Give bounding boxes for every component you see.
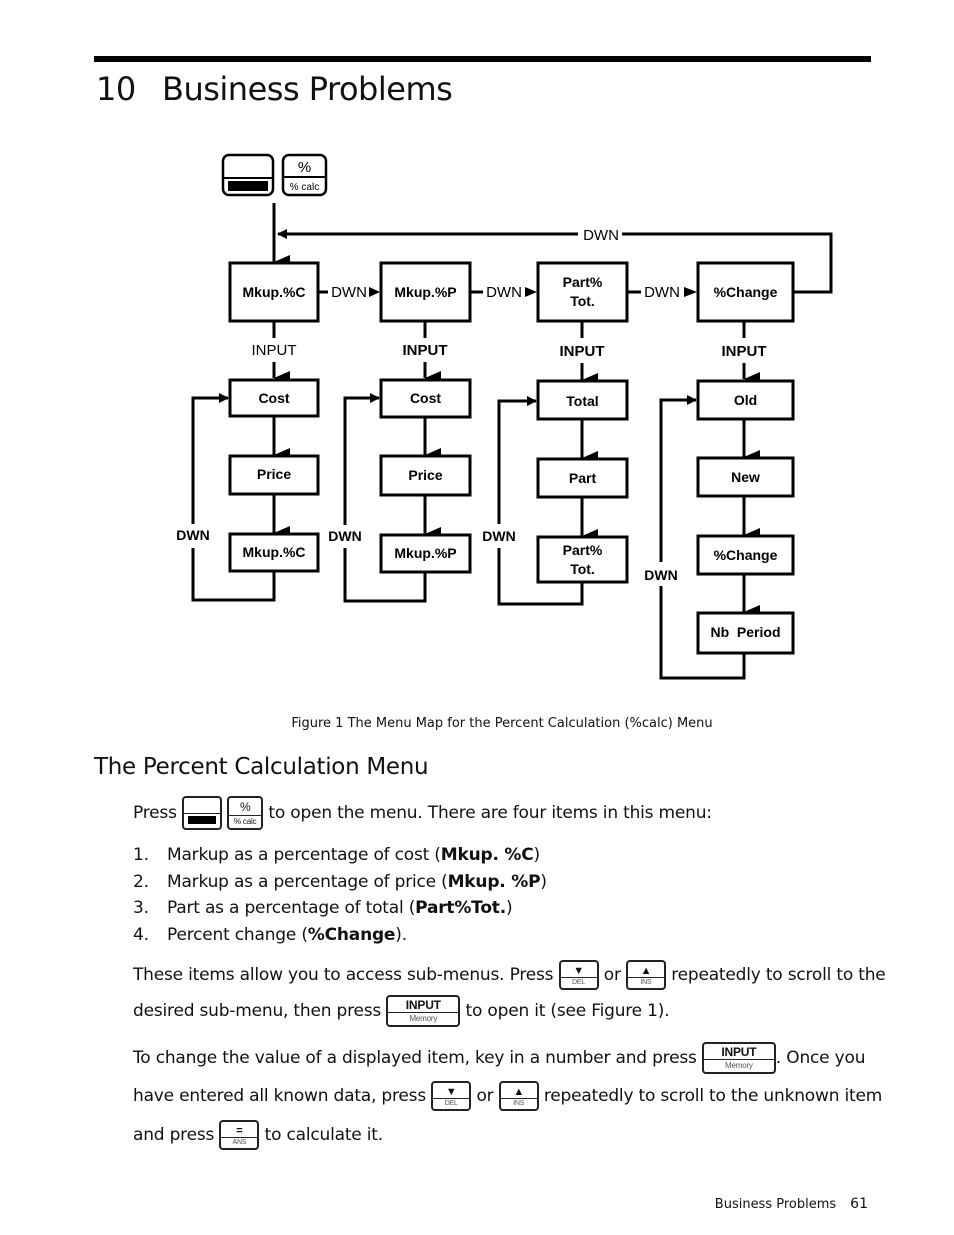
menu-map-diagram: % % calc DWN Mkup.%C Mkup.%P Part% Tot. … <box>176 153 833 680</box>
diagram-label: DWN <box>644 567 677 583</box>
shift-key-icon <box>221 153 275 197</box>
diagram-label: New <box>731 469 760 485</box>
diagram-label: Tot. <box>570 293 595 309</box>
diagram-label: Mkup.%P <box>394 284 456 300</box>
list-item: 2. Markup as a percentage of price (Mkup.… <box>133 872 547 892</box>
figure-caption: Figure 1 The Menu Map for the Percent Ca… <box>291 716 713 731</box>
diagram-label: %Change <box>714 547 778 563</box>
paragraph-2-line-1: These items allow you to access sub-menu… <box>133 960 886 990</box>
diagram-label: DWN <box>482 528 515 544</box>
input-label-1: INPUT <box>252 342 297 359</box>
dwn-label-2: DWN <box>486 284 522 301</box>
input-memory-key-icon: INPUT Memory <box>386 995 461 1027</box>
menu-item-mkup-c[interactable]: Mkup.%C <box>228 261 320 323</box>
diagram-label: Old <box>734 392 757 408</box>
list-item: 4. Percent change (%Change). <box>133 925 407 945</box>
menu-item-part-tot[interactable]: Part% Tot. <box>536 261 629 323</box>
page-number: 61 <box>850 1196 868 1212</box>
paragraph-3-line-1: To change the value of a displayed item,… <box>133 1042 865 1074</box>
down-del-key-icon: ▼ DEL <box>558 960 599 990</box>
section-title: The Percent Calculation Menu <box>94 754 429 780</box>
diagram-label: DWN <box>176 527 209 543</box>
submenu-mkup-p: Cost Price Mkup.%P DWN <box>328 378 472 603</box>
submenu-part-tot: Total Part Part% Tot. DWN <box>482 379 629 606</box>
diagram-label: Part <box>569 470 597 486</box>
percent-calc-key-icon: % % calc <box>281 153 328 197</box>
equals-ans-key-icon: = ANS <box>219 1120 260 1150</box>
shift-key-icon <box>181 796 222 830</box>
dwn-arrow-1 <box>369 287 380 297</box>
input-label-3: INPUT <box>560 343 605 360</box>
diagram-label: Mkup.%P <box>394 545 456 561</box>
diagram-label: DWN <box>328 528 361 544</box>
diagram-label: Tot. <box>570 561 595 577</box>
input-label-2: INPUT <box>403 342 448 359</box>
menu-item-mkup-p[interactable]: Mkup.%P <box>379 261 472 323</box>
dwn-arrow-3 <box>684 287 697 297</box>
diagram-label: Part% <box>563 542 603 558</box>
submenu-mkup-c: Cost Price Mkup.%C DWN <box>176 378 320 602</box>
paragraph-2-line-2: desired sub-menu, then press INPUT Memory… <box>133 995 670 1027</box>
intro-paragraph: Press %% calc to open the menu. There ar… <box>133 796 712 830</box>
dwn-arrow-2 <box>525 287 537 297</box>
diagram-label: Cost <box>258 390 289 406</box>
top-loop-label: DWN <box>583 227 619 244</box>
dwn-label-3: DWN <box>644 284 680 301</box>
up-ins-key-icon: ▲ INS <box>625 960 666 990</box>
down-del-key-icon: ▼ DEL <box>431 1081 472 1111</box>
pct-key-top: % <box>298 159 311 176</box>
list-item: 1. Markup as a percentage of cost (Mkup. … <box>133 845 540 865</box>
input-memory-key-icon: INPUT Memory <box>701 1042 776 1074</box>
paragraph-3-line-3: and press = ANS to calculate it. <box>133 1120 383 1150</box>
list-item: 3. Part as a percentage of total (Part%To… <box>133 898 513 918</box>
diagram-label: Mkup.%C <box>243 284 306 300</box>
diagram-label: Cost <box>410 390 441 406</box>
menu-item-pct-change[interactable]: %Change <box>696 261 795 323</box>
diagram-label: Price <box>257 466 291 482</box>
diagram-label: Mkup.%C <box>243 544 306 560</box>
diagram-label: %Change <box>714 284 778 300</box>
pct-key-bottom: % calc <box>290 182 319 193</box>
page-footer: Business Problems 61 <box>715 1196 868 1212</box>
footer-section: Business Problems <box>714 1197 837 1212</box>
diagram-label: Nb Period <box>710 624 780 640</box>
input-label-4: INPUT <box>722 343 767 360</box>
dwn-label-1: DWN <box>331 284 367 301</box>
percent-calc-key-icon: %% calc <box>227 796 264 830</box>
diagram-label: Part% <box>563 274 603 290</box>
submenu-pct-change: Old New %Change Nb Period DWN <box>644 379 795 680</box>
paragraph-3-line-2: have entered all known data, press ▼ DEL … <box>133 1081 882 1111</box>
up-ins-key-icon: ▲ INS <box>498 1081 539 1111</box>
diagram-label: Total <box>566 393 598 409</box>
diagram-label: Price <box>408 467 442 483</box>
